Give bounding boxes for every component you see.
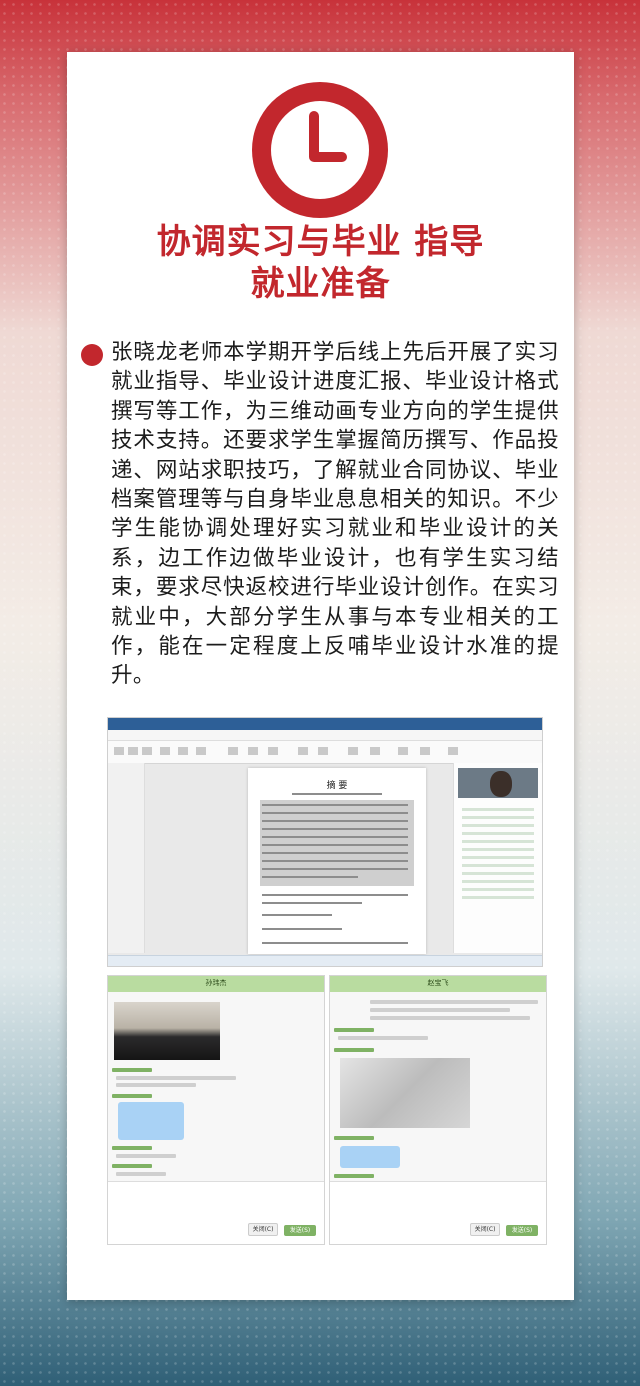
app-ribbon [108,741,542,764]
message-text [370,1016,530,1020]
message-sender [112,1164,152,1168]
participant-row [462,864,534,867]
message-text [116,1172,166,1176]
chat-header: 孙玮杰 [108,976,324,992]
message-text [116,1083,196,1087]
chat-window-left: 孙玮杰 关闭(C) 发送(S) [107,975,325,1245]
content-panel: 协调实习与毕业 指导 就业准备 张晓龙老师本学期开学后线上先后开展了实习就业指导… [67,52,574,1300]
chat-contact-name: 赵宝飞 [427,979,449,987]
shared-photo [114,1002,220,1060]
text-line [262,820,408,822]
close-button[interactable]: 关闭(C) [470,1223,500,1236]
participant-row [462,808,534,811]
message-text [338,1036,428,1040]
participant-row [462,888,534,891]
message-text [370,1008,510,1012]
message-sender [112,1094,152,1098]
document-review-screenshot: 摘 要 [107,717,543,967]
participant-row [462,832,534,835]
chat-input-area[interactable]: 关闭(C) 发送(S) [108,1181,324,1244]
participant-row [462,872,534,875]
message-sender [112,1068,152,1072]
close-button[interactable]: 关闭(C) [248,1223,278,1236]
text-line [262,860,408,862]
text-line [262,828,408,830]
body-paragraph: 张晓龙老师本学期开学后线上先后开展了实习就业指导、毕业设计进度汇报、毕业设计格式… [111,340,559,689]
text-line [262,804,408,806]
message-sender [112,1146,152,1150]
send-button[interactable]: 发送(S) [506,1225,538,1236]
clock-icon [252,82,388,218]
chat-input-area[interactable]: 关闭(C) 发送(S) [330,1181,546,1244]
send-button[interactable]: 发送(S) [284,1225,316,1236]
text-line [262,914,332,916]
text-line [262,852,408,854]
participant-row [462,896,534,899]
text-line [262,868,408,870]
app-tab-bar [108,718,542,730]
message-text [116,1154,176,1158]
app-menu-bar [108,730,542,741]
participant-row [462,848,534,851]
text-line [262,836,408,838]
text-line [292,793,382,795]
taskbar [108,955,542,966]
message-sender [334,1136,374,1140]
message-text [370,1000,538,1004]
message-sender [334,1028,374,1032]
participant-avatar [490,771,512,797]
shared-photo [340,1058,470,1128]
message-bubble [118,1102,184,1140]
participant-row [462,856,534,859]
message-sender [334,1174,374,1178]
message-sender [334,1048,374,1052]
text-line [262,844,408,846]
participant-row [462,816,534,819]
red-dot-bullet-icon [81,344,103,366]
text-line [262,812,408,814]
text-line [262,876,358,878]
text-line [262,902,362,904]
participant-row [462,840,534,843]
document-title: 摘 要 [326,781,348,791]
navigation-pane [108,763,145,953]
text-line [262,894,408,896]
message-text [116,1076,236,1080]
chat-contact-name: 孙玮杰 [205,979,227,987]
chat-header: 赵宝飞 [330,976,546,992]
participant-row [462,824,534,827]
chat-window-right: 赵宝飞 关闭(C) 发送(S) [329,975,547,1245]
page-title-line2: 就业准备 [250,264,391,304]
participant-row [462,880,534,883]
document-page: 摘 要 [248,768,426,954]
page-title-line1: 协调实习与毕业 指导 [156,222,485,262]
text-line [262,942,408,944]
message-bubble [340,1146,400,1168]
text-line [262,928,342,930]
